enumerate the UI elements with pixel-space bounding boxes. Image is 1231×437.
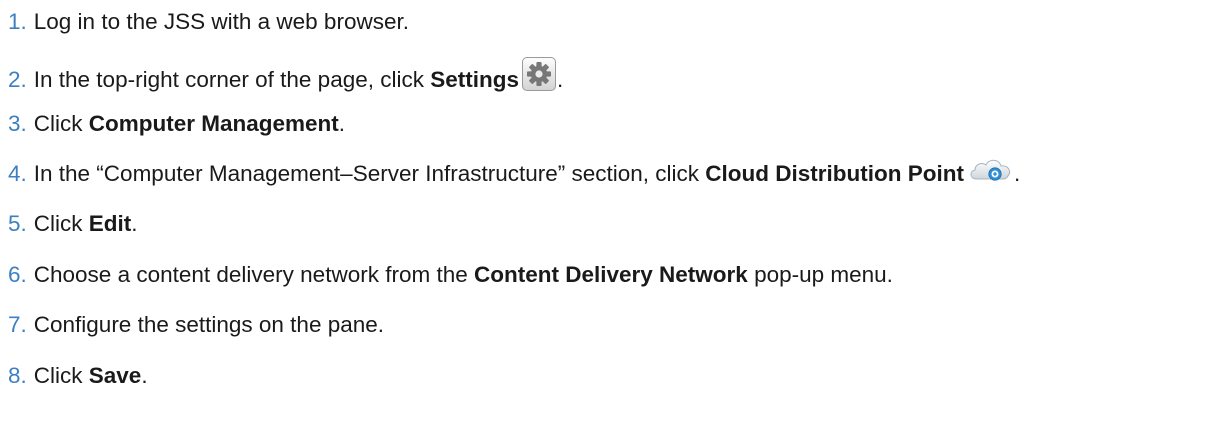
gear-icon — [522, 57, 556, 91]
step-7: 7. Configure the settings on the pane. — [8, 305, 384, 345]
step-text: In the “Computer Management–Server Infra… — [33, 161, 706, 186]
computer-management-label: Computer Management — [88, 111, 339, 136]
step-text-end: pop-up menu. — [747, 262, 893, 287]
step-text: Log in to the JSS with a web browser. — [33, 9, 409, 34]
step-text-end: . — [1014, 161, 1021, 186]
step-5: 5. Click Edit . — [8, 204, 138, 244]
step-text: Configure the settings on the pane. — [33, 312, 385, 337]
settings-label: Settings — [430, 67, 519, 92]
step-number: 8. — [8, 363, 27, 388]
step-text: Choose a content delivery network from t… — [33, 262, 474, 287]
step-1: 1. Log in to the JSS with a web browser. — [8, 2, 409, 42]
step-text-end: . — [338, 111, 346, 136]
step-3: 3. Click Computer Management . — [8, 104, 345, 144]
step-number: 6. — [8, 262, 27, 287]
step-number: 3. — [8, 111, 27, 136]
step-text: Click — [33, 211, 89, 236]
step-number: 2. — [8, 67, 27, 92]
cloud-distribution-point-label: Cloud Distribution Point — [705, 161, 965, 186]
step-6: 6. Choose a content delivery network fro… — [8, 255, 893, 295]
step-number: 4. — [8, 161, 27, 186]
step-2: 2. In the top-right corner of the page, … — [8, 57, 564, 100]
edit-label: Edit — [88, 211, 132, 236]
step-number: 5. — [8, 211, 27, 236]
step-8: 8. Click Save . — [8, 356, 148, 396]
step-text-end: . — [131, 211, 138, 236]
step-text: Click — [33, 363, 89, 388]
step-text-end: . — [557, 67, 564, 92]
step-4: 4. In the “Computer Management–Server In… — [8, 154, 1020, 194]
step-number: 7. — [8, 312, 27, 337]
save-label: Save — [88, 363, 142, 388]
step-number: 1. — [8, 9, 27, 34]
step-text: Click — [33, 111, 89, 136]
cloud-distribution-point-icon — [969, 157, 1013, 183]
step-text-end: . — [141, 363, 148, 388]
step-text: In the top-right corner of the page, cli… — [33, 67, 431, 92]
content-delivery-network-label: Content Delivery Network — [474, 262, 748, 287]
